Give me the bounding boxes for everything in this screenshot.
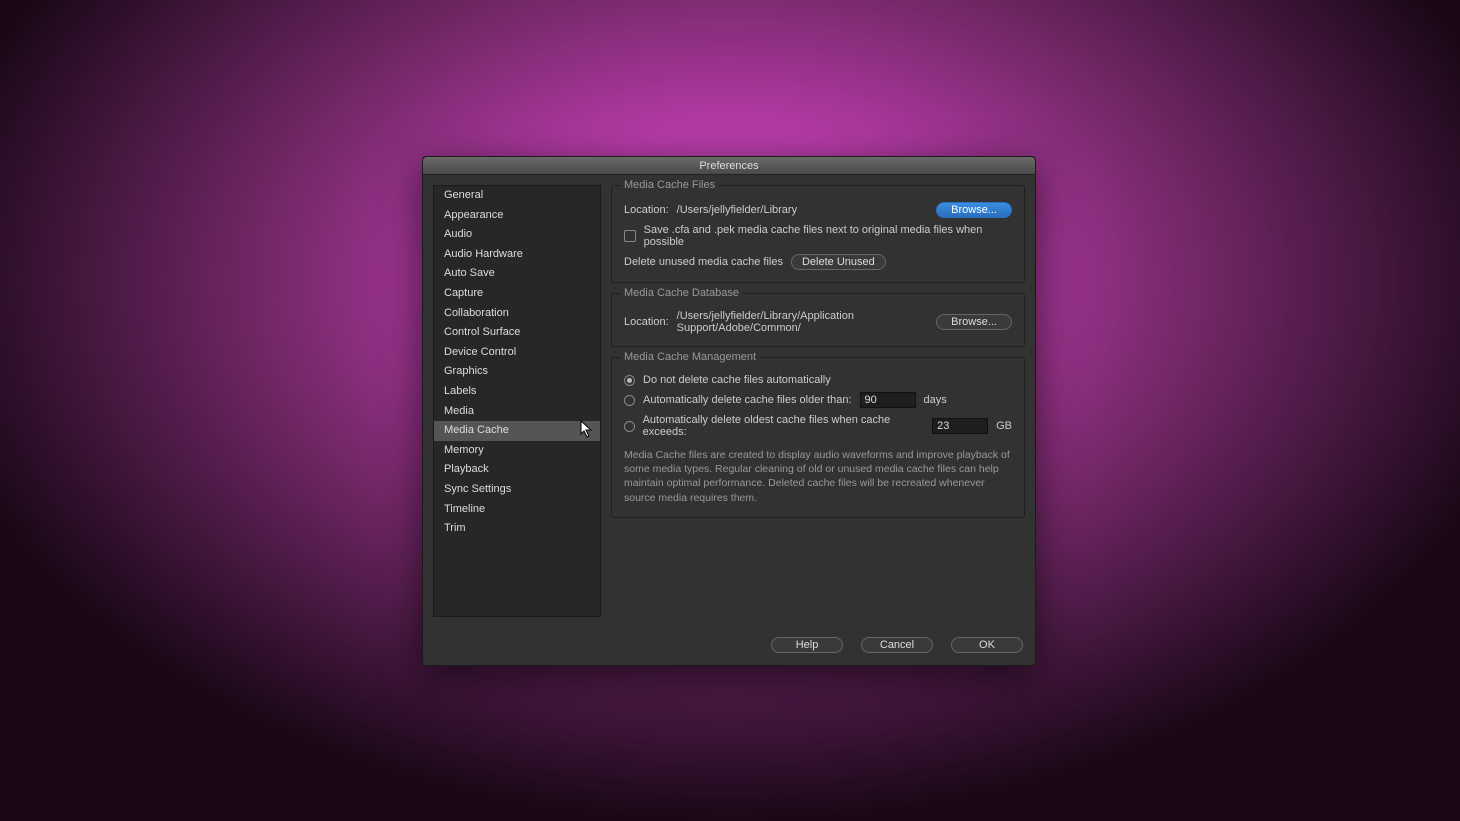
panel-title: Media Cache Database [620, 287, 743, 299]
sidebar-item-capture[interactable]: Capture [434, 284, 600, 304]
sidebar-item-audio-hardware[interactable]: Audio Hardware [434, 245, 600, 265]
sidebar-item-general[interactable]: General [434, 186, 600, 206]
sidebar-item-graphics[interactable]: Graphics [434, 362, 600, 382]
dialog-footer: Help Cancel OK [423, 627, 1035, 665]
db-location-row: Location: /Users/jellyfielder/Library/Ap… [624, 310, 1012, 334]
delete-unused-row: Delete unused media cache files Delete U… [624, 254, 1012, 270]
delete-unused-label: Delete unused media cache files [624, 256, 783, 268]
size-input[interactable] [932, 418, 988, 434]
sidebar-item-appearance[interactable]: Appearance [434, 206, 600, 226]
sidebar-item-sync-settings[interactable]: Sync Settings [434, 480, 600, 500]
media-cache-database-panel: Media Cache Database Location: /Users/je… [611, 293, 1025, 347]
radio-label: Do not delete cache files automatically [643, 374, 831, 386]
browse-button[interactable]: Browse... [936, 314, 1012, 330]
save-next-row: Save .cfa and .pek media cache files nex… [624, 224, 1012, 248]
delete-unused-button[interactable]: Delete Unused [791, 254, 886, 270]
radio-delete-age[interactable] [624, 395, 635, 406]
sidebar-item-media-cache[interactable]: Media Cache [434, 421, 600, 441]
preferences-dialog: Preferences GeneralAppearanceAudioAudio … [422, 156, 1036, 666]
help-button[interactable]: Help [771, 637, 843, 653]
age-input[interactable] [860, 392, 916, 408]
size-unit: GB [996, 420, 1012, 432]
sidebar-item-control-surface[interactable]: Control Surface [434, 323, 600, 343]
radio-no-delete[interactable] [624, 375, 635, 386]
sidebar-item-labels[interactable]: Labels [434, 382, 600, 402]
age-unit: days [924, 394, 947, 406]
preferences-main: Media Cache Files Location: /Users/jelly… [611, 185, 1025, 617]
panel-title: Media Cache Management [620, 351, 760, 363]
radio-label: Automatically delete cache files older t… [643, 394, 852, 406]
sidebar-item-trim[interactable]: Trim [434, 519, 600, 539]
save-next-checkbox[interactable] [624, 230, 636, 242]
sidebar-item-timeline[interactable]: Timeline [434, 500, 600, 520]
sidebar-item-playback[interactable]: Playback [434, 460, 600, 480]
option-delete-size: Automatically delete oldest cache files … [624, 414, 1012, 438]
save-next-label: Save .cfa and .pek media cache files nex… [644, 224, 1012, 248]
management-description: Media Cache files are created to display… [624, 448, 1012, 505]
ok-button[interactable]: OK [951, 637, 1023, 653]
location-label: Location: [624, 204, 669, 216]
sidebar-item-auto-save[interactable]: Auto Save [434, 264, 600, 284]
sidebar-item-memory[interactable]: Memory [434, 441, 600, 461]
location-path: /Users/jellyfielder/Library/Application … [677, 310, 920, 334]
cancel-button[interactable]: Cancel [861, 637, 933, 653]
sidebar-item-collaboration[interactable]: Collaboration [434, 304, 600, 324]
sidebar-item-device-control[interactable]: Device Control [434, 343, 600, 363]
location-path: /Users/jellyfielder/Library [677, 204, 797, 216]
sidebar-item-audio[interactable]: Audio [434, 225, 600, 245]
sidebar-item-media[interactable]: Media [434, 402, 600, 422]
browse-button[interactable]: Browse... [936, 202, 1012, 218]
preferences-sidebar: GeneralAppearanceAudioAudio HardwareAuto… [433, 185, 601, 617]
location-row: Location: /Users/jellyfielder/Library Br… [624, 202, 1012, 218]
location-label: Location: [624, 316, 669, 328]
media-cache-management-panel: Media Cache Management Do not delete cac… [611, 357, 1025, 518]
dialog-title: Preferences [423, 157, 1035, 175]
radio-label: Automatically delete oldest cache files … [643, 414, 925, 438]
dialog-body: GeneralAppearanceAudioAudio HardwareAuto… [423, 175, 1035, 627]
option-delete-age: Automatically delete cache files older t… [624, 392, 1012, 408]
media-cache-files-panel: Media Cache Files Location: /Users/jelly… [611, 185, 1025, 283]
radio-delete-size[interactable] [624, 421, 635, 432]
panel-title: Media Cache Files [620, 179, 719, 191]
option-no-delete: Do not delete cache files automatically [624, 374, 1012, 386]
